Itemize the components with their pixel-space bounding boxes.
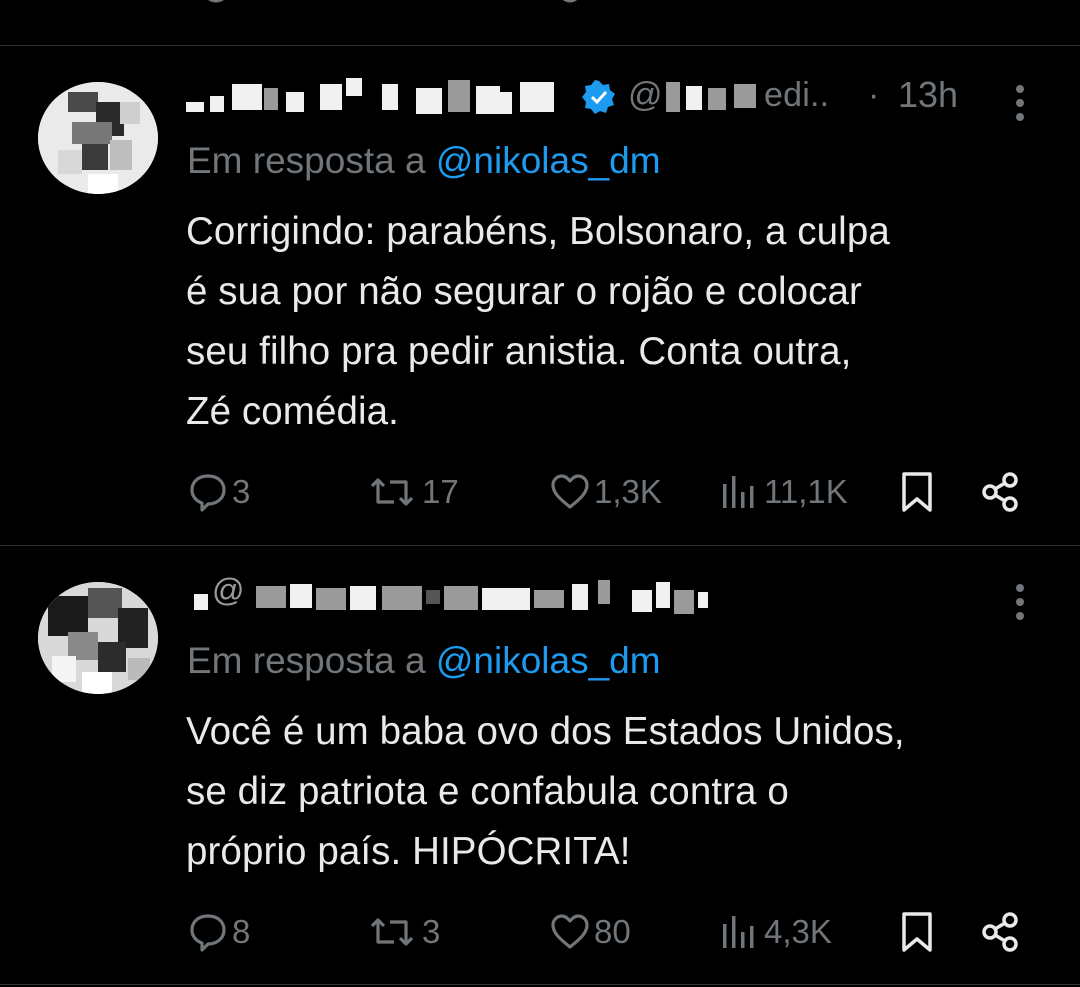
share-icon — [982, 912, 1018, 952]
like-count: 1,3K — [594, 473, 662, 510]
like-count: 80 — [594, 913, 631, 950]
reply-count: 8 — [232, 913, 251, 950]
divider — [0, 45, 1080, 46]
tweet-text: Corrigindo: parabéns, Bolsonaro, a culpa… — [186, 210, 890, 433]
separator-dot: · — [868, 76, 880, 114]
reply-button[interactable]: 3 — [188, 467, 250, 517]
user-handle-tail[interactable]: edi.. — [764, 76, 829, 115]
tweet-actions: 8 3 80 4,3K — [0, 907, 1080, 957]
bookmark-icon — [902, 472, 932, 512]
bookmark-button[interactable] — [898, 907, 936, 957]
share-icon — [982, 472, 1018, 512]
previous-tweet-actions — [0, 0, 1080, 18]
tweet-text: Você é um baba ovo dos Estados Unidos, s… — [186, 710, 905, 873]
reply-mention-link[interactable]: @nikolas_dm — [436, 640, 661, 681]
repost-icon — [370, 918, 414, 946]
user-name-row[interactable]: @ — [186, 572, 986, 620]
bookmark-icon[interactable] — [898, 0, 938, 18]
divider — [0, 984, 1080, 985]
avatar[interactable] — [38, 582, 158, 694]
more-icon[interactable] — [1016, 584, 1026, 626]
views-button[interactable]: 11,1K — [720, 467, 848, 517]
reply-mention-link[interactable]: @nikolas_dm — [436, 140, 661, 181]
like-button[interactable]: 80 — [550, 907, 631, 957]
views-count: 4,3K — [764, 913, 832, 950]
bookmark-button[interactable] — [898, 467, 936, 517]
like-icon — [551, 474, 589, 509]
like-button[interactable]: 1,3K — [550, 467, 662, 517]
views-button[interactable]: 4,3K — [720, 907, 832, 957]
reply-prefix: Em resposta a — [187, 640, 426, 681]
divider — [0, 545, 1080, 546]
repost-button[interactable]: 17 — [366, 467, 459, 517]
reply-count: 3 — [232, 473, 251, 510]
like-icon[interactable] — [552, 0, 622, 18]
bookmark-icon — [902, 912, 932, 952]
avatar[interactable] — [38, 82, 158, 194]
repost-icon[interactable] — [370, 0, 420, 18]
user-handle[interactable]: @ — [212, 572, 245, 609]
repost-count: 3 — [422, 913, 441, 950]
user-handle[interactable]: @ — [628, 76, 663, 115]
verified-badge-icon — [582, 80, 615, 114]
tweet-actions: 3 17 1,3K 11,1K — [0, 467, 1080, 517]
like-icon — [551, 914, 589, 949]
share-button[interactable] — [980, 907, 1022, 957]
share-button[interactable] — [980, 467, 1022, 517]
share-icon[interactable] — [996, 0, 1026, 18]
reply-icon — [190, 914, 226, 952]
repost-icon — [370, 478, 414, 506]
more-icon[interactable] — [1016, 85, 1026, 127]
reply-context: Em resposta a @nikolas_dm — [187, 140, 661, 182]
reply-button[interactable]: 8 — [188, 907, 250, 957]
repost-button[interactable]: 3 — [366, 907, 440, 957]
views-icon — [723, 476, 754, 508]
reply-context: Em resposta a @nikolas_dm — [187, 640, 661, 682]
timeline: @ edi.. · 13h Em resposta a @nikolas_dm … — [0, 0, 1080, 987]
repost-count: 17 — [422, 473, 459, 510]
views-count: 11,1K — [764, 473, 848, 510]
timestamp[interactable]: 13h — [898, 74, 958, 116]
reply-icon[interactable] — [196, 0, 236, 18]
reply-icon — [190, 474, 226, 512]
reply-prefix: Em resposta a — [187, 140, 426, 181]
user-name-row[interactable]: @ edi.. · 13h — [186, 74, 986, 122]
views-icon — [723, 916, 754, 948]
views-icon[interactable] — [722, 0, 832, 18]
